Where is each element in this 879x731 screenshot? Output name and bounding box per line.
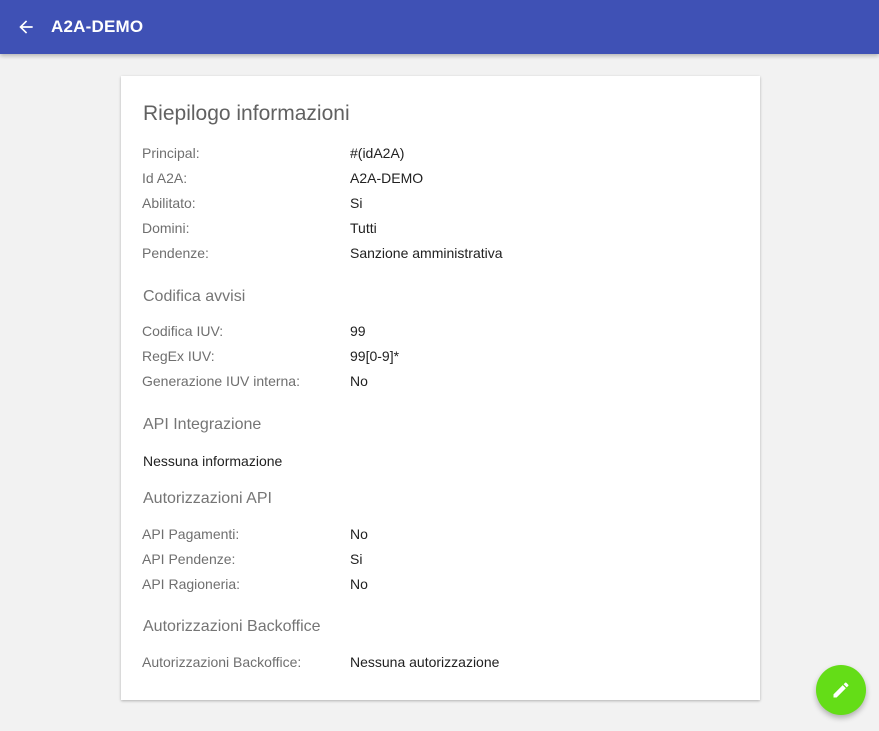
card-title: Riepilogo informazioni	[143, 102, 350, 125]
info-row-api-pagamenti: API Pagamenti: No	[142, 524, 742, 544]
info-row-id-a2a: Id A2A: A2A-DEMO	[142, 168, 742, 188]
section-title-autorizzazioni-backoffice: Autorizzazioni Backoffice	[143, 618, 321, 635]
info-row-generazione-iuv: Generazione IUV interna: No	[142, 371, 742, 391]
info-label: API Ragioneria:	[142, 576, 241, 592]
info-row-domini: Domini: Tutti	[142, 218, 742, 238]
back-button[interactable]	[11, 12, 41, 42]
info-label: Generazione IUV interna:	[142, 373, 300, 389]
info-value: 99[0-9]*	[350, 348, 400, 364]
info-row-api-pendenze: API Pendenze: Si	[142, 549, 742, 569]
section-title-codifica-avvisi: Codifica avvisi	[143, 288, 246, 305]
info-value: #(idA2A)	[350, 145, 405, 161]
info-label: Autorizzazioni Backoffice:	[142, 654, 302, 670]
info-row-api-ragioneria: API Ragioneria: No	[142, 574, 742, 594]
info-value: No	[350, 576, 368, 592]
info-row-regex-iuv: RegEx IUV: 99[0-9]*	[142, 346, 742, 366]
section-title-autorizzazioni-api: Autorizzazioni API	[143, 490, 272, 507]
info-value: Si	[350, 195, 363, 211]
info-row-abilitato: Abilitato: Si	[142, 193, 742, 213]
info-value: Nessuna autorizzazione	[350, 654, 500, 670]
arrow-back-icon	[19, 20, 33, 34]
empty-message: Nessuna informazione	[143, 453, 283, 469]
info-value: 99	[350, 323, 366, 339]
edit-pencil-icon	[833, 682, 849, 698]
info-label: RegEx IUV:	[142, 348, 215, 364]
info-value: Sanzione amministrativa	[350, 245, 503, 261]
info-value: Si	[350, 551, 363, 567]
info-label: Id A2A:	[142, 170, 188, 186]
edit-fab-button[interactable]	[816, 665, 866, 715]
info-row-pendenze: Pendenze: Sanzione amministrativa	[142, 243, 742, 263]
info-label: Principal:	[142, 145, 200, 161]
info-row-autorizzazioni-backoffice: Autorizzazioni Backoffice: Nessuna autor…	[142, 652, 742, 672]
info-value: A2A-DEMO	[350, 170, 424, 186]
info-value: No	[350, 373, 368, 389]
info-row-principal: Principal: #(idA2A)	[142, 143, 742, 163]
page-title: A2A-DEMO	[51, 17, 144, 36]
info-label: Abilitato:	[142, 195, 196, 211]
info-label: Pendenze:	[142, 245, 209, 261]
info-value: Tutti	[350, 220, 377, 236]
section-title-api-integrazione: API Integrazione	[143, 416, 262, 433]
info-label: API Pagamenti:	[142, 526, 240, 542]
info-row-codifica-iuv: Codifica IUV: 99	[142, 321, 742, 341]
info-value: No	[350, 526, 368, 542]
info-label: Codifica IUV:	[142, 323, 224, 339]
top-app-bar: A2A-DEMO	[0, 0, 879, 54]
info-label: API Pendenze:	[142, 551, 236, 567]
summary-card: Riepilogo informazioni Principal: #(idA2…	[121, 76, 760, 700]
info-label: Domini:	[142, 220, 190, 236]
